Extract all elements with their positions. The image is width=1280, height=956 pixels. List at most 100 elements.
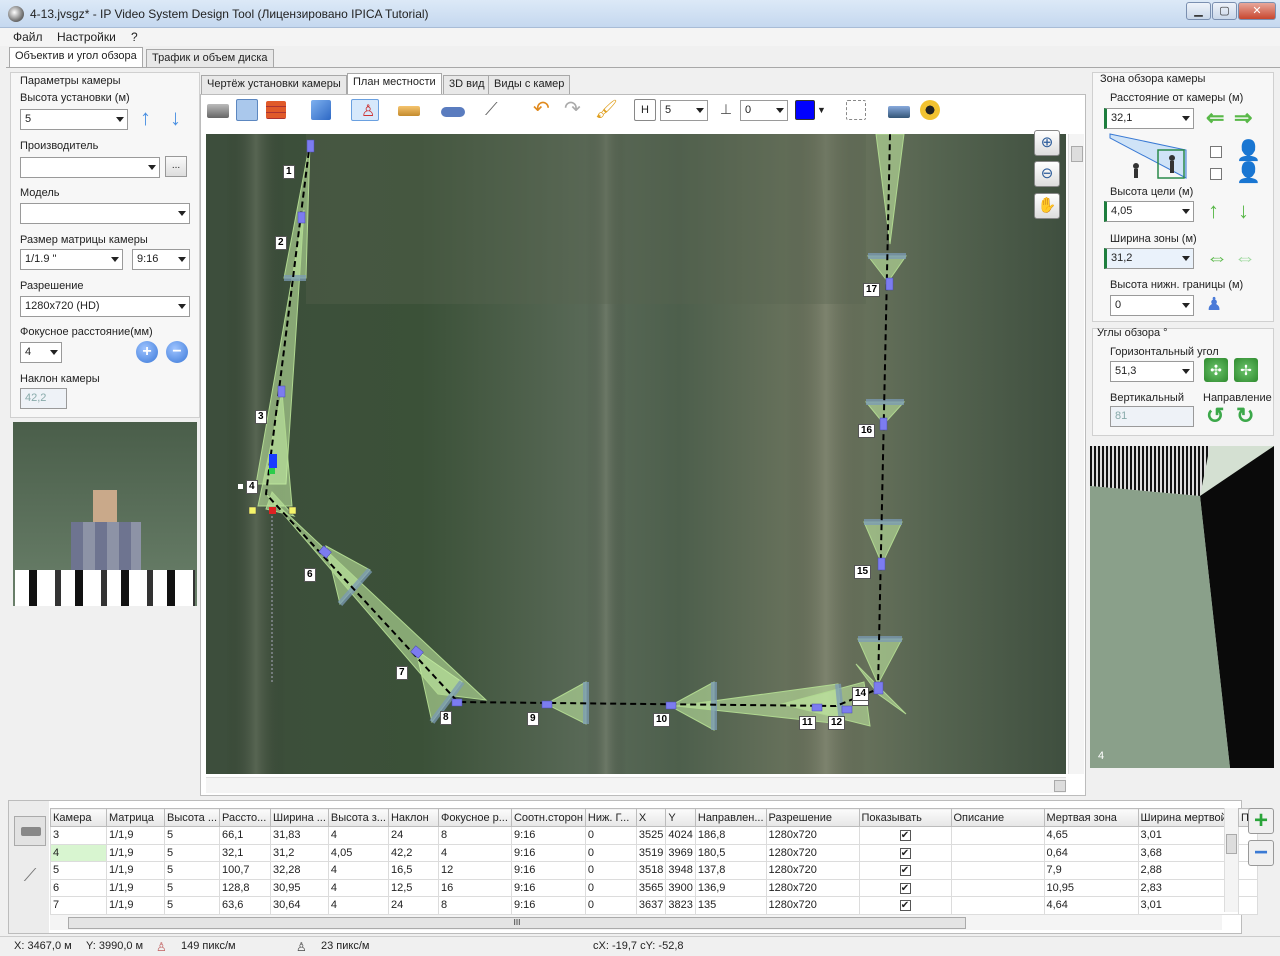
show-checkbox[interactable]: ✔: [899, 830, 911, 842]
table-cell[interactable]: 1280x720: [765, 861, 860, 880]
table-cell[interactable]: 3969: [665, 843, 696, 862]
table-cell[interactable]: 1280x720: [765, 843, 860, 862]
table-cell[interactable]: 66,1: [219, 826, 271, 845]
table-row[interactable]: 7 1/1,9 5 63,6 30,64 4 24 8 9:16 0 3637 3823 135 1280…: [50, 896, 1259, 915]
h-angle-select[interactable]: 51,3: [1110, 361, 1194, 382]
cam-label-7[interactable]: 7: [396, 666, 408, 680]
object-height-select[interactable]: 5: [660, 100, 708, 121]
cam-label-4[interactable]: 4: [246, 480, 258, 494]
table-cell[interactable]: 9:16: [510, 878, 586, 897]
pan-hand-icon[interactable]: ✋: [1034, 193, 1060, 219]
table-cell[interactable]: 63,6: [219, 896, 271, 915]
col-y[interactable]: Y: [665, 808, 696, 827]
table-cell[interactable]: 3518: [635, 861, 667, 880]
table-cell[interactable]: ✔: [858, 878, 952, 897]
cam-label-3[interactable]: 3: [255, 410, 267, 424]
table-cell[interactable]: 16: [437, 878, 512, 897]
table-vertical-scrollbar[interactable]: [1224, 808, 1238, 912]
table-cell[interactable]: [950, 896, 1045, 915]
table-cell[interactable]: 24: [387, 826, 439, 845]
cam-label-14[interactable]: 14: [852, 687, 870, 701]
menu-file[interactable]: Файл: [13, 30, 43, 44]
table-cell[interactable]: 5: [164, 861, 220, 880]
table-row[interactable]: 5 1/1,9 5 100,7 32,28 4 16,5 12 9:16 0 3518 3948 137…: [50, 861, 1259, 880]
sensor-select[interactable]: 1/1.9 ": [20, 249, 123, 270]
map-vscroll-thumb[interactable]: [1071, 146, 1083, 162]
resolution-select[interactable]: 1280x720 (HD): [20, 296, 190, 317]
zoom-out-icon[interactable]: ⊖: [1034, 161, 1060, 187]
table-cell[interactable]: 180,5: [694, 843, 767, 862]
table-cell[interactable]: 128,8: [219, 878, 271, 897]
table-cell[interactable]: 12: [437, 861, 512, 880]
bench-tool-icon[interactable]: [398, 106, 420, 116]
map-horizontal-scrollbar[interactable]: [206, 777, 1066, 793]
zone-width-select[interactable]: 31,2: [1104, 248, 1194, 269]
col-height[interactable]: Высота ...: [164, 808, 220, 827]
tab-site-plan[interactable]: План местности: [347, 73, 442, 94]
table-cell[interactable]: ✔: [858, 843, 952, 862]
angle-expand-icon[interactable]: ✣: [1204, 358, 1228, 382]
show-checkbox[interactable]: ✔: [899, 865, 911, 877]
menu-help[interactable]: ?: [131, 30, 138, 44]
table-row[interactable]: 3 1/1,9 5 66,1 31,83 4 24 8 9:16 0 3525 4024 186,8 12…: [50, 826, 1259, 845]
table-cell[interactable]: 137,8: [694, 861, 767, 880]
brush-tool-icon[interactable]: 🖌: [595, 99, 618, 121]
table-cell[interactable]: ✔: [858, 861, 952, 880]
table-cell[interactable]: 5: [164, 896, 220, 915]
table-cell[interactable]: 4: [327, 878, 389, 897]
table-cell[interactable]: 3637: [635, 896, 667, 915]
col-focal[interactable]: Фокусное р...: [437, 808, 512, 827]
image-tool-icon[interactable]: [236, 99, 258, 121]
table-cell[interactable]: 4: [327, 826, 389, 845]
table-cell[interactable]: 186,8: [694, 826, 767, 845]
table-cell[interactable]: 5: [164, 826, 220, 845]
table-cell[interactable]: 1/1,9: [106, 826, 165, 845]
table-horizontal-scrollbar[interactable]: III: [50, 914, 1222, 930]
col-aspect[interactable]: Соотн.сторон: [510, 808, 586, 827]
box-tool-icon[interactable]: [311, 100, 331, 120]
map-hscroll-thumb[interactable]: [1054, 780, 1066, 792]
cam-label-11[interactable]: 11: [799, 716, 816, 730]
remove-row-icon[interactable]: −: [1248, 840, 1274, 866]
tab-traffic-disk[interactable]: Трафик и объем диска: [146, 49, 274, 68]
table-cell[interactable]: 4,65: [1043, 826, 1139, 845]
cam-label-6[interactable]: 6: [304, 568, 316, 582]
color-picker-swatch[interactable]: [795, 100, 815, 120]
table-cell[interactable]: 42,2: [387, 843, 439, 862]
cam-label-15[interactable]: 15: [854, 565, 872, 579]
table-hscroll-thumb[interactable]: III: [68, 917, 966, 929]
col-camera[interactable]: Камера: [50, 808, 107, 827]
minimize-button[interactable]: ▁: [1186, 2, 1211, 20]
table-cell[interactable]: 4: [50, 843, 107, 862]
table-cell[interactable]: 3: [50, 826, 107, 845]
table-cell[interactable]: ✔: [858, 826, 952, 845]
table-cell[interactable]: 24: [387, 896, 439, 915]
female-checkbox[interactable]: [1210, 168, 1222, 180]
aspect-select[interactable]: 9:16: [132, 249, 190, 270]
table-cell[interactable]: 136,9: [694, 878, 767, 897]
table-cell[interactable]: [1237, 896, 1259, 915]
table-row[interactable]: 6 1/1,9 5 128,8 30,95 4 12,5 16 9:16 0 3565 3900 136…: [50, 878, 1259, 897]
table-cell[interactable]: 1280x720: [765, 878, 860, 897]
col-resolution[interactable]: Разрешение: [765, 808, 860, 827]
car-tool-icon[interactable]: [441, 107, 465, 117]
table-cell[interactable]: 0,64: [1043, 843, 1139, 862]
menu-settings[interactable]: Настройки: [57, 30, 116, 44]
table-cell[interactable]: 4: [437, 843, 512, 862]
table-cell[interactable]: 5: [50, 861, 107, 880]
table-cell[interactable]: 0: [584, 843, 637, 862]
table-cell[interactable]: 8: [437, 826, 512, 845]
col-distance[interactable]: Рассто...: [219, 808, 271, 827]
cam-label-8[interactable]: 8: [440, 711, 452, 725]
table-cell[interactable]: 8: [437, 896, 512, 915]
table-cell[interactable]: [1237, 878, 1259, 897]
male-checkbox[interactable]: [1210, 146, 1222, 158]
select-area-icon[interactable]: [846, 100, 866, 120]
table-cell[interactable]: 9:16: [510, 861, 586, 880]
cam-label-12[interactable]: 12: [828, 716, 846, 730]
col-lower-bound[interactable]: Ниж. Г...: [584, 808, 637, 827]
target-height-select[interactable]: 4,05: [1104, 201, 1194, 222]
table-cell[interactable]: 31,2: [270, 843, 329, 862]
table-cell[interactable]: 9:16: [510, 896, 586, 915]
table-cell[interactable]: 3948: [665, 861, 696, 880]
